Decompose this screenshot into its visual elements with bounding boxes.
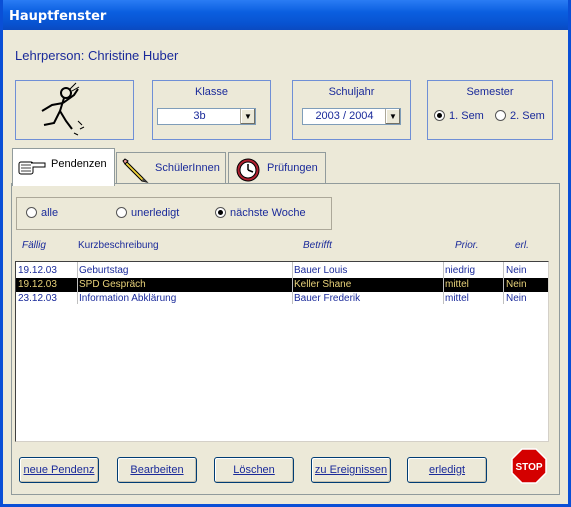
tab-schuelerinnen[interactable]: SchülerInnen xyxy=(116,152,226,186)
schuljahr-select[interactable]: 2003 / 2004 ▼ xyxy=(302,108,401,125)
filter-radio-alle[interactable]: alle xyxy=(26,207,58,219)
schuljahr-label: Schuljahr xyxy=(328,86,375,98)
to-events-button[interactable]: zu Ereignissen xyxy=(311,457,391,483)
radio-dot-icon[interactable] xyxy=(116,207,127,218)
teacher-name: Lehrperson: Christine Huber xyxy=(15,48,179,63)
cell-prio: mittel xyxy=(445,279,469,290)
schuljahr-value: 2003 / 2004 xyxy=(315,110,374,122)
tab-pendenzen-label: Pendenzen xyxy=(51,158,107,170)
column-header-prior[interactable]: Prior. xyxy=(455,240,479,251)
semester-radio-2[interactable]: 2. Sem xyxy=(495,110,545,122)
semester-option-2-label: 2. Sem xyxy=(510,110,545,122)
logo-panel xyxy=(15,80,134,140)
pencil-icon xyxy=(122,158,149,183)
filter-radio-unerledigt[interactable]: unerledigt xyxy=(116,207,179,219)
tab-schuelerinnen-label: SchülerInnen xyxy=(155,162,220,174)
column-header-erl[interactable]: erl. xyxy=(515,240,529,251)
tab-pruefungen-label: Prüfungen xyxy=(267,162,318,174)
column-divider xyxy=(443,262,444,304)
column-divider xyxy=(503,262,504,304)
tab-pruefungen[interactable]: Prüfungen xyxy=(228,152,326,186)
radio-dot-icon[interactable] xyxy=(495,110,506,121)
stop-button[interactable]: STOP xyxy=(511,448,547,484)
filter-radio-naechste-woche[interactable]: nächste Woche xyxy=(215,207,306,219)
pointing-hand-icon xyxy=(18,161,46,175)
edit-button[interactable]: Bearbeiten xyxy=(117,457,197,483)
mark-done-button[interactable]: erledigt xyxy=(407,457,487,483)
filter-panel: alle unerledigt nächste Woche xyxy=(16,197,332,230)
semester-option-1-label: 1. Sem xyxy=(449,110,484,122)
filter-option-alle-label: alle xyxy=(41,207,59,219)
table-row[interactable]: 19.12.03 Geburtstag Bauer Louis niedrig … xyxy=(16,264,548,278)
cell-done: Nein xyxy=(506,265,527,276)
cell-desc: SPD Gespräch xyxy=(79,279,146,290)
filter-option-unerledigt-label: unerledigt xyxy=(131,207,180,219)
main-window: Hauptfenster Lehrperson: Christine Huber… xyxy=(0,0,571,507)
cell-date: 19.12.03 xyxy=(18,265,57,276)
window-title: Hauptfenster xyxy=(3,0,568,30)
semester-radio-1[interactable]: 1. Sem xyxy=(434,110,484,122)
column-header-faellig[interactable]: Fällig xyxy=(22,240,46,251)
semester-panel: Semester 1. Sem 2. Sem xyxy=(427,80,553,140)
column-divider xyxy=(77,262,78,304)
klasse-select[interactable]: 3b ▼ xyxy=(157,108,256,125)
stop-label: STOP xyxy=(515,462,542,473)
klasse-label: Klasse xyxy=(194,86,229,98)
column-header-kurzbeschreibung[interactable]: Kurzbeschreibung xyxy=(78,240,159,251)
cell-about: Bauer Louis xyxy=(294,265,348,276)
table-row[interactable]: 23.12.03 Information Abklärung Bauer Fre… xyxy=(16,292,548,306)
klasse-value: 3b xyxy=(193,110,206,122)
pendenzen-list[interactable]: 19.12.03 Geburtstag Bauer Louis niedrig … xyxy=(15,261,549,442)
schuljahr-panel: Schuljahr 2003 / 2004 ▼ xyxy=(292,80,411,140)
chevron-down-icon[interactable]: ▼ xyxy=(385,109,400,124)
cell-date: 23.12.03 xyxy=(18,293,57,304)
cell-about: Keller Shane xyxy=(294,279,352,290)
cell-done: Nein xyxy=(506,293,527,304)
cell-prio: mittel xyxy=(445,293,469,304)
cell-prio: niedrig xyxy=(445,265,476,276)
radio-dot-icon[interactable] xyxy=(26,207,37,218)
semester-label: Semester xyxy=(466,86,514,98)
stick-figure-logo-icon xyxy=(41,82,85,136)
clock-icon xyxy=(236,158,260,182)
column-header-betrifft[interactable]: Betrifft xyxy=(303,240,332,251)
klasse-panel: Klasse 3b ▼ xyxy=(152,80,271,140)
radio-dot-icon[interactable] xyxy=(215,207,226,218)
cell-done: Nein xyxy=(506,279,527,290)
chevron-down-icon[interactable]: ▼ xyxy=(240,109,255,124)
delete-button[interactable]: Löschen xyxy=(214,457,294,483)
column-divider xyxy=(292,262,293,304)
cell-about: Bauer Frederik xyxy=(294,293,361,304)
new-pendenz-button[interactable]: neue Pendenz xyxy=(19,457,99,483)
radio-dot-icon[interactable] xyxy=(434,110,445,121)
cell-date: 19.12.03 xyxy=(18,279,57,290)
filter-option-naechste-woche-label: nächste Woche xyxy=(230,207,306,219)
cell-desc: Geburtstag xyxy=(79,265,129,276)
cell-desc: Information Abklärung xyxy=(79,293,177,304)
tab-pendenzen[interactable]: Pendenzen xyxy=(12,148,115,186)
table-row-selected[interactable]: 19.12.03 SPD Gespräch Keller Shane mitte… xyxy=(16,278,548,292)
